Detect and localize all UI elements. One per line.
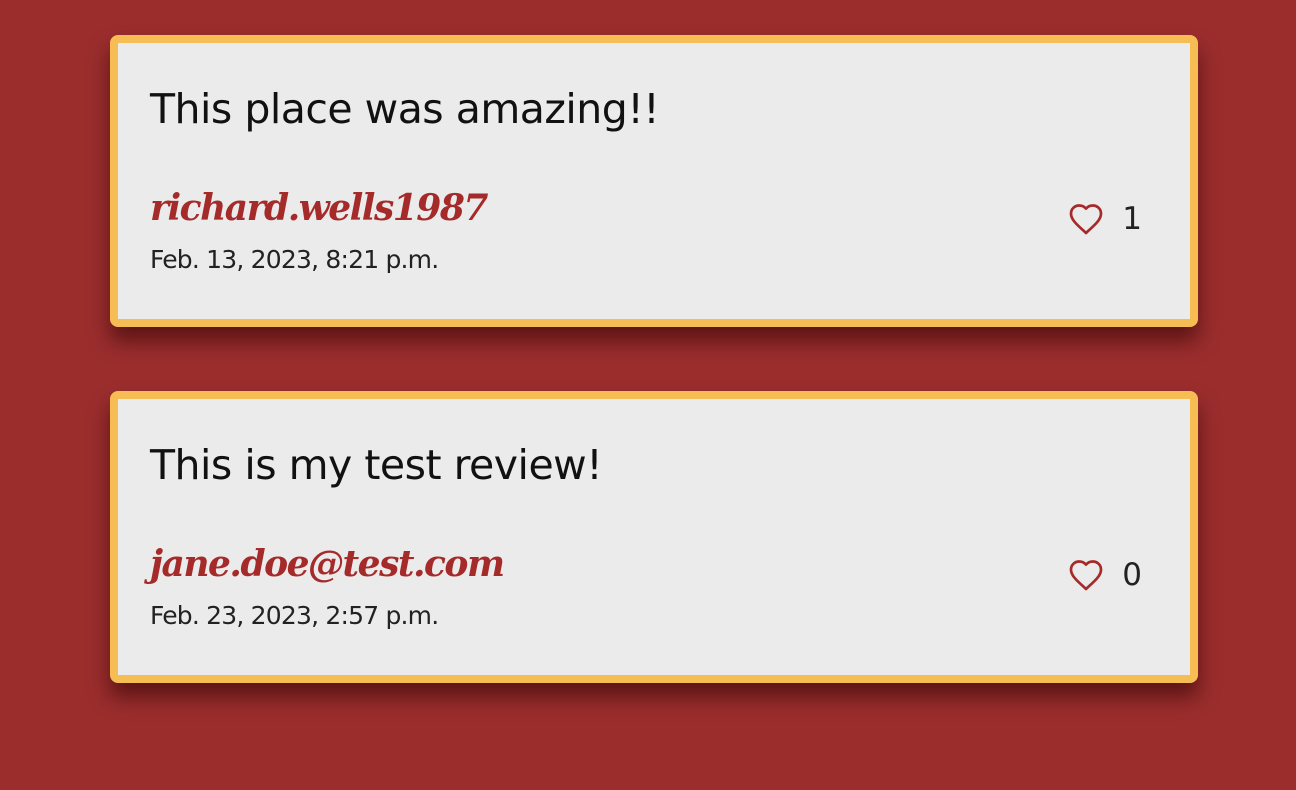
like-area: 0 [1068, 557, 1142, 593]
review-author[interactable]: richard.wells1987 [150, 187, 488, 229]
review-card: This is my test review! jane.doe@test.co… [110, 391, 1198, 683]
review-author[interactable]: jane.doe@test.com [150, 543, 505, 585]
review-date: Feb. 13, 2023, 8:21 p.m. [150, 245, 439, 274]
like-count: 0 [1122, 557, 1142, 593]
review-text: This place was amazing!! [150, 85, 660, 133]
review-date: Feb. 23, 2023, 2:57 p.m. [150, 601, 439, 630]
review-card: This place was amazing!! richard.wells19… [110, 35, 1198, 327]
heart-icon[interactable] [1068, 202, 1104, 236]
like-area: 1 [1068, 201, 1142, 237]
review-list: This place was amazing!! richard.wells19… [110, 35, 1198, 747]
like-count: 1 [1122, 201, 1142, 237]
heart-icon[interactable] [1068, 558, 1104, 592]
page: This place was amazing!! richard.wells19… [0, 0, 1296, 790]
review-text: This is my test review! [150, 441, 603, 489]
